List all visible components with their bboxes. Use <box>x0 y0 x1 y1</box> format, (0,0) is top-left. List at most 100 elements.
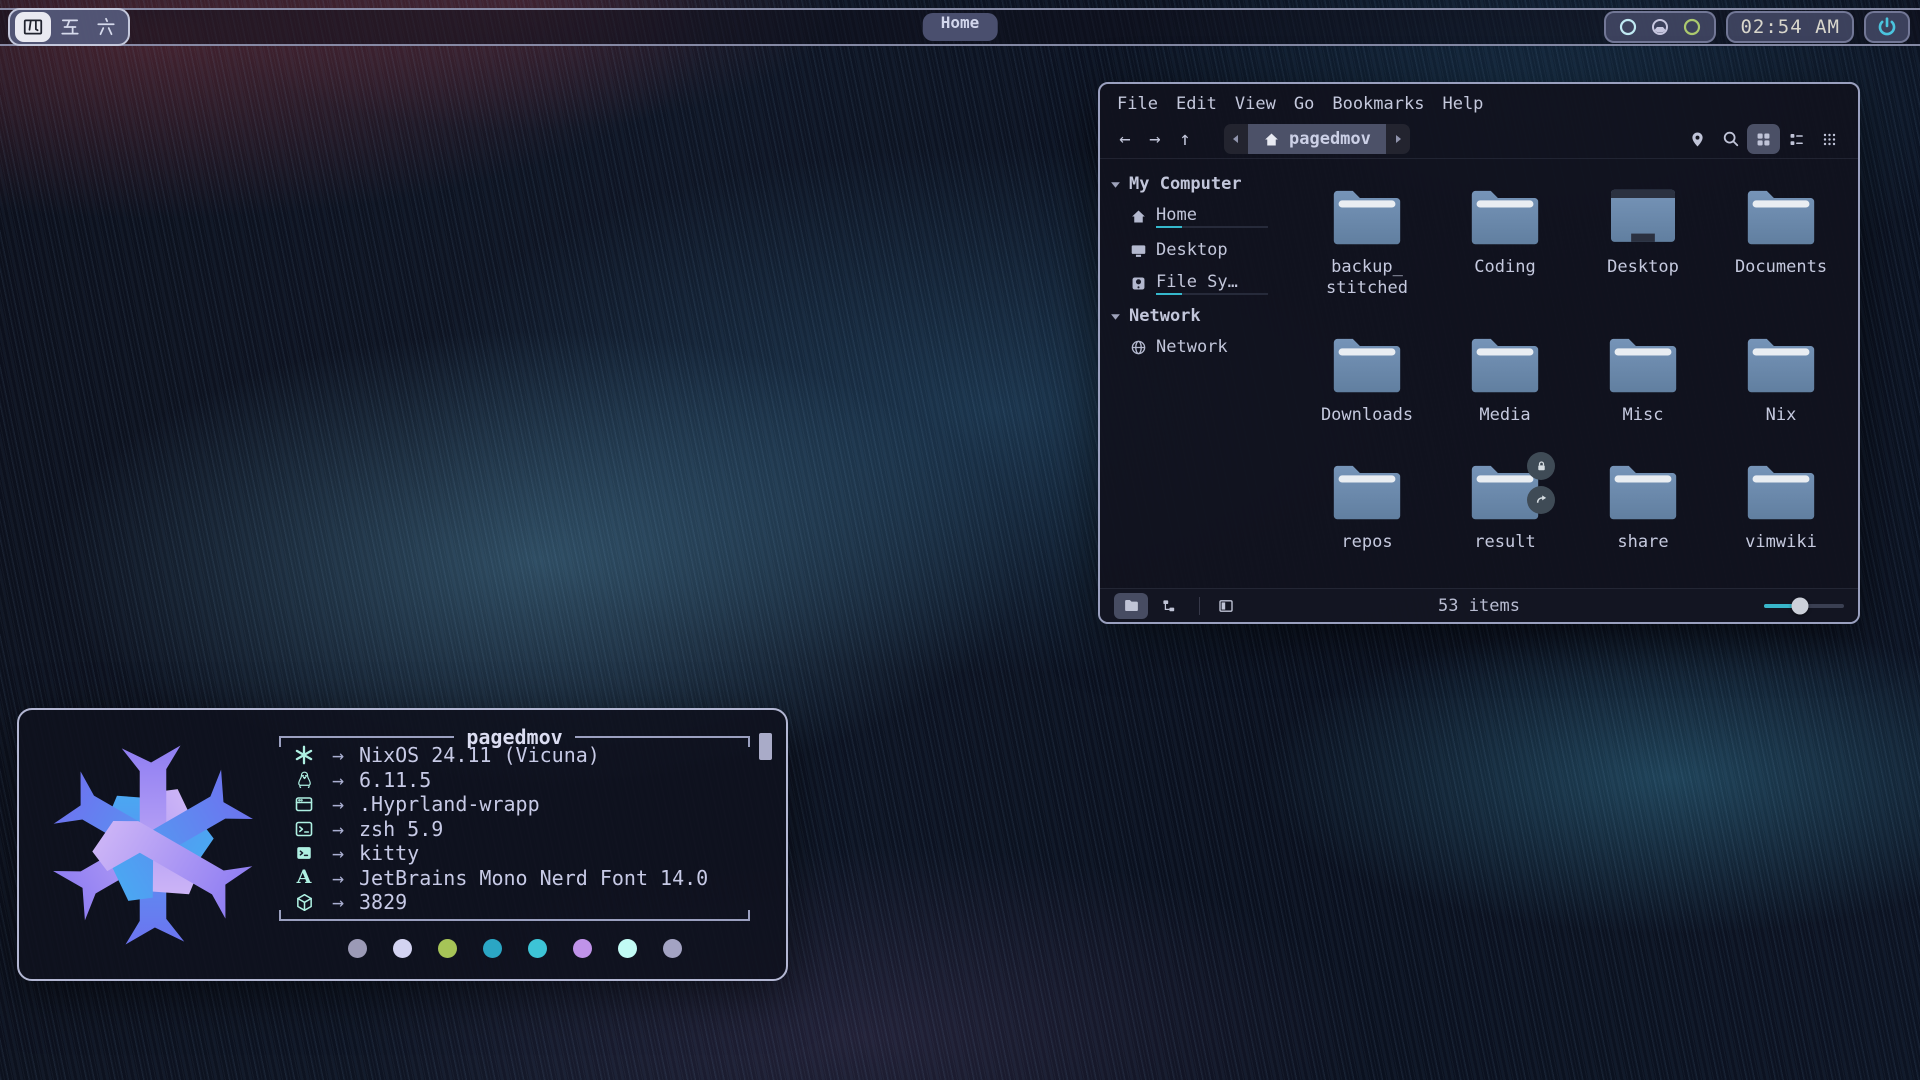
home-icon <box>1263 131 1280 148</box>
fastfetch-output: pagedmov →NixOS 24.11 (Vicuna)→6.11.5→.H… <box>279 731 766 959</box>
circle-outline-cyan-icon[interactable] <box>1618 17 1638 37</box>
file-label: Media <box>1479 405 1530 426</box>
drive-icon <box>1130 275 1147 292</box>
show-files-button[interactable] <box>1114 593 1148 619</box>
items-count: 53 items <box>1438 596 1520 616</box>
fetch-value: zsh 5.9 <box>359 817 443 841</box>
fetch-value: 6.11.5 <box>359 768 431 792</box>
file-nix[interactable]: Nix <box>1712 333 1850 426</box>
file-documents[interactable]: Documents <box>1712 185 1850 299</box>
status-bar: 53 items <box>1100 588 1858 622</box>
sidebar-item-home[interactable]: Home <box>1108 199 1268 234</box>
sidebar-group-my-computer[interactable]: My Computer <box>1108 169 1268 199</box>
arrow-icon: → <box>317 890 359 914</box>
file-label: Nix <box>1766 405 1797 426</box>
chevron-down-icon <box>1110 311 1121 322</box>
file-label: Coding <box>1474 257 1535 278</box>
folder-icon <box>1329 333 1405 397</box>
terminal-icon <box>291 844 317 862</box>
terminal-window[interactable]: pagedmov →NixOS 24.11 (Vicuna)→6.11.5→.H… <box>17 708 788 981</box>
sidebar: My ComputerHomeDesktopFile Sy…NetworkNet… <box>1100 159 1268 588</box>
terminal-cursor <box>759 733 772 760</box>
file-coding[interactable]: Coding <box>1436 185 1574 299</box>
back-button[interactable]: ← <box>1110 125 1140 153</box>
workspace-button-2[interactable] <box>53 13 87 41</box>
folder-icon <box>1329 185 1405 249</box>
search-button[interactable] <box>1714 124 1747 154</box>
arrow-icon: → <box>317 743 359 767</box>
file-desktop[interactable]: Desktop <box>1574 185 1712 299</box>
compact-view-button[interactable] <box>1813 124 1846 154</box>
fetch-row-window: →.Hyprland-wrapp <box>279 792 750 817</box>
power-icon <box>1876 16 1898 38</box>
icon-view-button[interactable] <box>1747 124 1780 154</box>
file-result[interactable]: result <box>1436 460 1574 553</box>
folder-icon <box>1467 460 1543 524</box>
menu-help[interactable]: Help <box>1433 92 1492 116</box>
file-label: Misc <box>1623 405 1664 426</box>
zoom-slider-knob[interactable] <box>1792 597 1809 614</box>
file-backup_stitched[interactable]: backup_ stitched <box>1298 185 1436 299</box>
menu-edit[interactable]: Edit <box>1167 92 1226 116</box>
workspace-button-3[interactable] <box>89 13 123 41</box>
palette-dot-7 <box>618 939 637 958</box>
file-media[interactable]: Media <box>1436 333 1574 426</box>
folder-icon <box>1605 460 1681 524</box>
symlink-emblem-icon <box>1527 486 1555 514</box>
menu-file[interactable]: File <box>1108 92 1167 116</box>
active-window-title: Home <box>923 13 998 41</box>
palette-dot-8 <box>663 939 682 958</box>
tux-icon <box>291 770 317 790</box>
file-label: repos <box>1341 532 1392 553</box>
menu-view[interactable]: View <box>1226 92 1285 116</box>
file-grid: backup_ stitched Coding DesktopDocuments Do… <box>1268 159 1860 588</box>
circle-outline-green-icon[interactable] <box>1682 17 1702 37</box>
workspace-button-1[interactable] <box>15 12 51 42</box>
tray-indicators[interactable] <box>1604 11 1716 43</box>
path-segment-home[interactable]: pagedmov <box>1248 124 1386 154</box>
location-pin-button[interactable] <box>1681 124 1714 154</box>
file-repos[interactable]: repos <box>1298 460 1436 553</box>
list-view-button[interactable] <box>1780 124 1813 154</box>
file-manager-window: FileEditViewGoBookmarksHelp ← → ↑ pagedm… <box>1098 82 1860 624</box>
chevron-down-icon <box>1110 179 1121 190</box>
folder-icon <box>1329 460 1405 524</box>
up-button[interactable]: ↑ <box>1170 125 1200 153</box>
sidebar-item-desktop[interactable]: Desktop <box>1108 234 1268 266</box>
zoom-slider[interactable] <box>1764 604 1844 608</box>
workspace-switcher[interactable] <box>8 8 130 46</box>
palette-dot-4 <box>483 939 502 958</box>
arrow-icon: → <box>317 841 359 865</box>
fetch-value: 3829 <box>359 890 407 914</box>
file-share[interactable]: share <box>1574 460 1712 553</box>
sidebar-group-network[interactable]: Network <box>1108 301 1268 331</box>
arrow-icon: → <box>317 768 359 792</box>
fetch-value: .Hyprland-wrapp <box>359 792 540 816</box>
palette-dot-3 <box>438 939 457 958</box>
sidebar-item-network[interactable]: Network <box>1108 331 1268 363</box>
palette-dot-2 <box>393 939 412 958</box>
show-tree-button[interactable] <box>1152 593 1186 619</box>
file-misc[interactable]: Misc <box>1574 333 1712 426</box>
path-scroll-right-icon[interactable] <box>1386 124 1410 154</box>
circle-half-lavender-icon[interactable] <box>1650 17 1670 37</box>
toggle-sidebar-button[interactable] <box>1209 593 1243 619</box>
toolbar: ← → ↑ pagedmov <box>1100 118 1858 158</box>
fetch-value: kitty <box>359 841 419 865</box>
file-vimwiki[interactable]: vimwiki <box>1712 460 1850 553</box>
file-downloads[interactable]: Downloads <box>1298 333 1436 426</box>
window-icon <box>291 794 317 814</box>
file-label: share <box>1617 532 1668 553</box>
palette-dot-5 <box>528 939 547 958</box>
fetch-row-terminal: →kitty <box>279 841 750 866</box>
file-label: Downloads <box>1321 405 1413 426</box>
folder-icon <box>1467 185 1543 249</box>
palette-dot-6 <box>573 939 592 958</box>
menu-bookmarks[interactable]: Bookmarks <box>1323 92 1433 116</box>
menu-go[interactable]: Go <box>1285 92 1323 116</box>
home-icon <box>1130 208 1147 225</box>
power-button[interactable] <box>1864 11 1910 43</box>
forward-button[interactable]: → <box>1140 125 1170 153</box>
sidebar-item-filesy[interactable]: File Sy… <box>1108 266 1268 301</box>
path-scroll-left-icon[interactable] <box>1224 124 1248 154</box>
